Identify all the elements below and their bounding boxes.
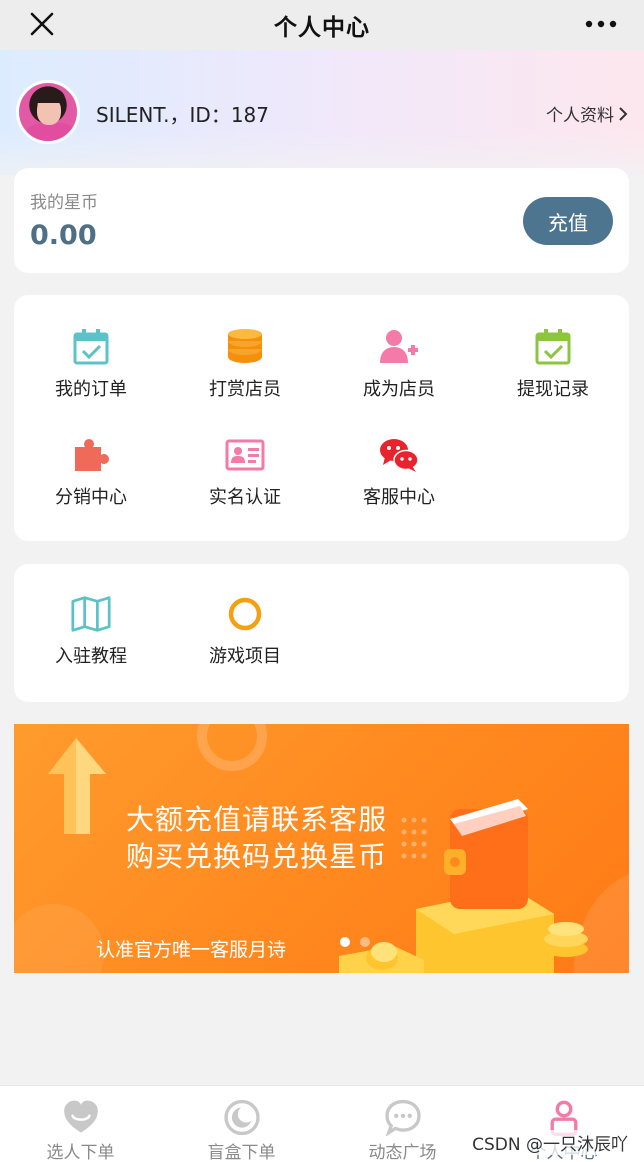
tab-label: 选人下单 <box>46 1143 115 1162</box>
banner-pagination <box>340 937 370 947</box>
puzzle-icon <box>75 439 109 471</box>
menu-item-label: 实名认证 <box>209 487 281 508</box>
menu-item-tip-staff[interactable]: 打赏店员 <box>168 313 322 403</box>
chat-bubble-icon <box>384 1099 421 1136</box>
menu-item-distribution-center[interactable]: 分销中心 <box>14 421 168 511</box>
function-menu-card: 我的订单 打赏店员 成为店员 提现记录 分销中心 实名认证 客服中心 <box>14 295 629 541</box>
tab-select-person[interactable]: 选人下单 <box>0 1086 161 1162</box>
tab-blind-box[interactable]: 盲盒下单 <box>161 1086 322 1162</box>
promo-banner[interactable]: 大额充值请联系客服 购买兑换码兑换星币 认准官方唯一客服月诗 <box>14 724 629 973</box>
wallet-balance: 0.00 <box>30 220 97 251</box>
menu-item-label: 提现记录 <box>517 379 589 400</box>
profile-link[interactable]: 个人资料 <box>546 101 628 126</box>
menu-item-label: 我的订单 <box>55 379 127 400</box>
coins-icon <box>228 329 262 363</box>
menu-item-onboarding-guide[interactable]: 入驻教程 <box>14 580 168 670</box>
recharge-button[interactable]: 充值 <box>523 197 613 245</box>
user-plus-icon <box>380 330 418 363</box>
banner-line-1: 大额充值请联系客服 <box>126 803 388 836</box>
chevron-right-icon <box>619 106 628 121</box>
menu-item-label: 客服中心 <box>363 487 435 508</box>
wallet-card: 我的星币 0.00 充值 <box>14 168 629 273</box>
menu-item-label: 分销中心 <box>55 487 127 508</box>
watermark-text: CSDN @一只沐辰吖 <box>472 1130 628 1155</box>
menu-item-label: 打赏店员 <box>209 379 281 400</box>
more-icon[interactable] <box>584 14 618 34</box>
menu-item-label: 游戏项目 <box>209 646 281 667</box>
wallet-label: 我的星币 <box>30 193 98 213</box>
menu-item-label: 入驻教程 <box>55 646 127 667</box>
tab-label: 动态广场 <box>368 1143 437 1162</box>
menu-item-real-name-auth[interactable]: 实名认证 <box>168 421 322 511</box>
moon-icon <box>223 1099 260 1136</box>
heart-face-icon <box>63 1100 98 1133</box>
menu-item-customer-service[interactable]: 客服中心 <box>322 421 476 511</box>
profile-link-label: 个人资料 <box>546 106 614 126</box>
menu-item-withdraw-records[interactable]: 提现记录 <box>476 313 630 403</box>
username-and-id: SILENT.，ID：187 <box>96 103 270 127</box>
top-bar: 个人中心 <box>0 0 644 50</box>
tab-feed-square[interactable]: 动态广场 <box>322 1086 483 1162</box>
menu-item-become-staff[interactable]: 成为店员 <box>322 313 476 403</box>
banner-dot[interactable] <box>360 937 370 947</box>
page-title: 个人中心 <box>274 15 370 41</box>
banner-dot-active[interactable] <box>340 937 350 947</box>
close-icon[interactable] <box>26 8 58 40</box>
menu-item-game-projects[interactable]: 游戏项目 <box>168 580 322 670</box>
ring-icon <box>228 597 262 631</box>
avatar[interactable] <box>16 80 80 144</box>
calendar-check-icon <box>73 329 109 365</box>
map-icon <box>71 596 111 632</box>
extra-menu-card: 入驻教程 游戏项目 <box>14 564 629 702</box>
chat-icon <box>380 439 419 472</box>
banner-line-2: 购买兑换码兑换星币 <box>126 840 388 873</box>
calendar-check-green-icon <box>535 329 571 365</box>
tab-label: 盲盒下单 <box>207 1143 276 1162</box>
menu-item-my-orders[interactable]: 我的订单 <box>14 313 168 403</box>
id-card-icon <box>225 439 265 471</box>
menu-item-label: 成为店员 <box>363 379 435 400</box>
banner-line-3: 认准官方唯一客服月诗 <box>96 939 287 961</box>
